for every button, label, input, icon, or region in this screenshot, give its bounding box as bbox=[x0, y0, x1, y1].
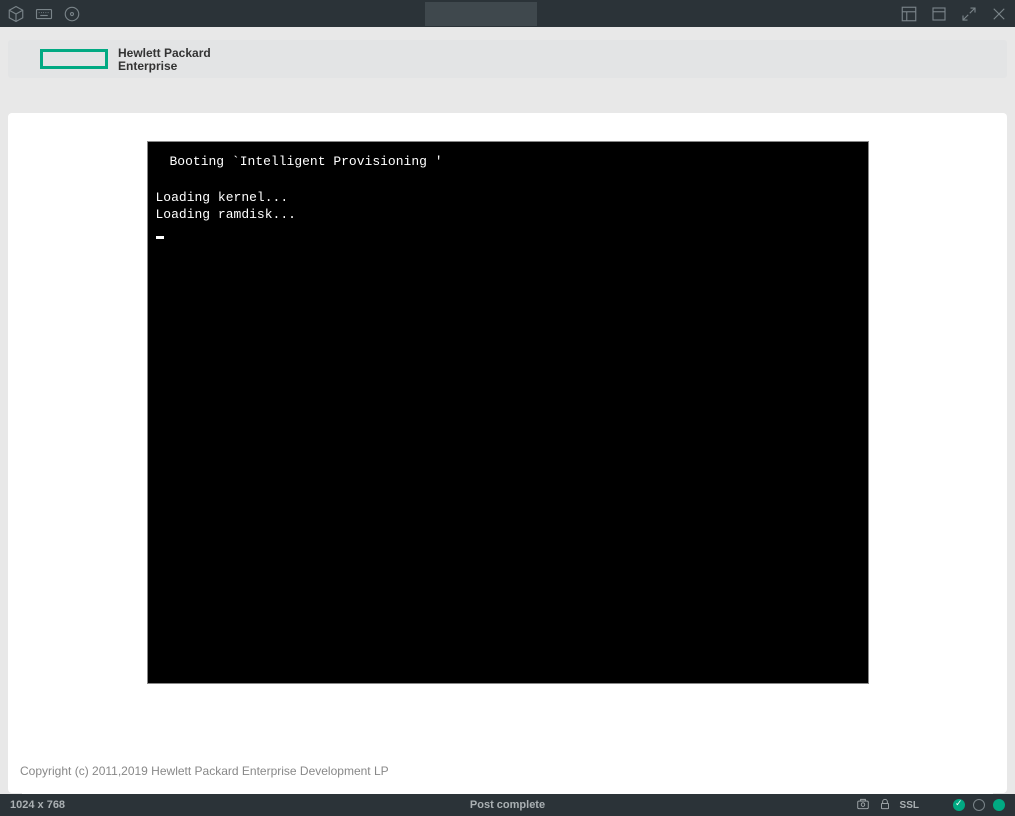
close-icon[interactable] bbox=[988, 4, 1010, 24]
hpe-line2: Enterprise bbox=[118, 60, 211, 72]
status-indicator-idle bbox=[973, 799, 985, 811]
main-panel: Booting `Intelligent Provisioning ' Load… bbox=[8, 113, 1007, 793]
top-toolbar bbox=[0, 0, 1015, 27]
disc-icon[interactable] bbox=[61, 4, 83, 24]
content-area: Booting `Intelligent Provisioning ' Load… bbox=[22, 141, 993, 807]
console-line-ramdisk: Loading ramdisk... bbox=[156, 207, 860, 223]
status-resolution: 1024 x 768 bbox=[10, 799, 65, 811]
toolbar-right-group bbox=[898, 4, 1010, 24]
status-indicator-power bbox=[993, 799, 1005, 811]
keyboard-icon[interactable] bbox=[33, 4, 55, 24]
status-right-group: SSL bbox=[856, 797, 1005, 814]
window-icon[interactable] bbox=[928, 4, 950, 24]
hpe-header: Hewlett Packard Enterprise bbox=[8, 40, 1007, 78]
boot-console: Booting `Intelligent Provisioning ' Load… bbox=[147, 141, 869, 684]
status-indicator-ok bbox=[953, 799, 965, 811]
toolbar-left-group bbox=[5, 4, 83, 24]
console-cursor-line bbox=[156, 223, 860, 239]
fullscreen-icon[interactable] bbox=[958, 4, 980, 24]
console-line-kernel: Loading kernel... bbox=[156, 190, 860, 206]
cube-icon[interactable] bbox=[5, 4, 27, 24]
console-boot-line: Booting `Intelligent Provisioning ' bbox=[156, 154, 860, 170]
copyright-text: Copyright (c) 2011,2019 Hewlett Packard … bbox=[20, 764, 389, 778]
camera-icon[interactable] bbox=[856, 797, 870, 814]
ssl-label: SSL bbox=[900, 800, 919, 811]
lock-icon bbox=[878, 797, 892, 814]
hpe-logo-icon bbox=[40, 49, 108, 69]
toolbar-center-tab bbox=[425, 2, 537, 26]
status-bar: 1024 x 768 Post complete SSL bbox=[0, 794, 1015, 816]
hpe-brand-text: Hewlett Packard Enterprise bbox=[118, 47, 211, 72]
layout-icon[interactable] bbox=[898, 4, 920, 24]
hpe-line1: Hewlett Packard bbox=[118, 47, 211, 59]
cursor-icon bbox=[156, 236, 164, 239]
status-message: Post complete bbox=[470, 799, 545, 811]
